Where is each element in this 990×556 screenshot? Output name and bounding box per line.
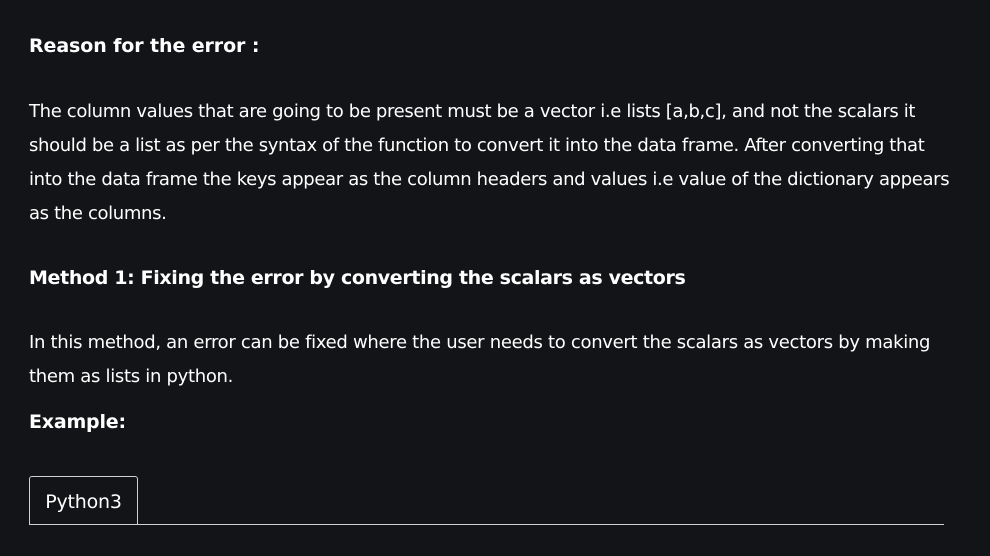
- reason-heading: Reason for the error :: [29, 35, 260, 57]
- code-tab-bar: Python3: [29, 476, 944, 525]
- method-heading: Method 1: Fixing the error by converting…: [29, 267, 686, 289]
- reason-paragraph: The column values that are going to be p…: [29, 101, 950, 224]
- example-label: Example:: [29, 411, 126, 433]
- code-block: Python3: [29, 476, 944, 556]
- tab-python3[interactable]: Python3: [29, 476, 138, 524]
- method-paragraph: In this method, an error can be fixed wh…: [29, 332, 931, 387]
